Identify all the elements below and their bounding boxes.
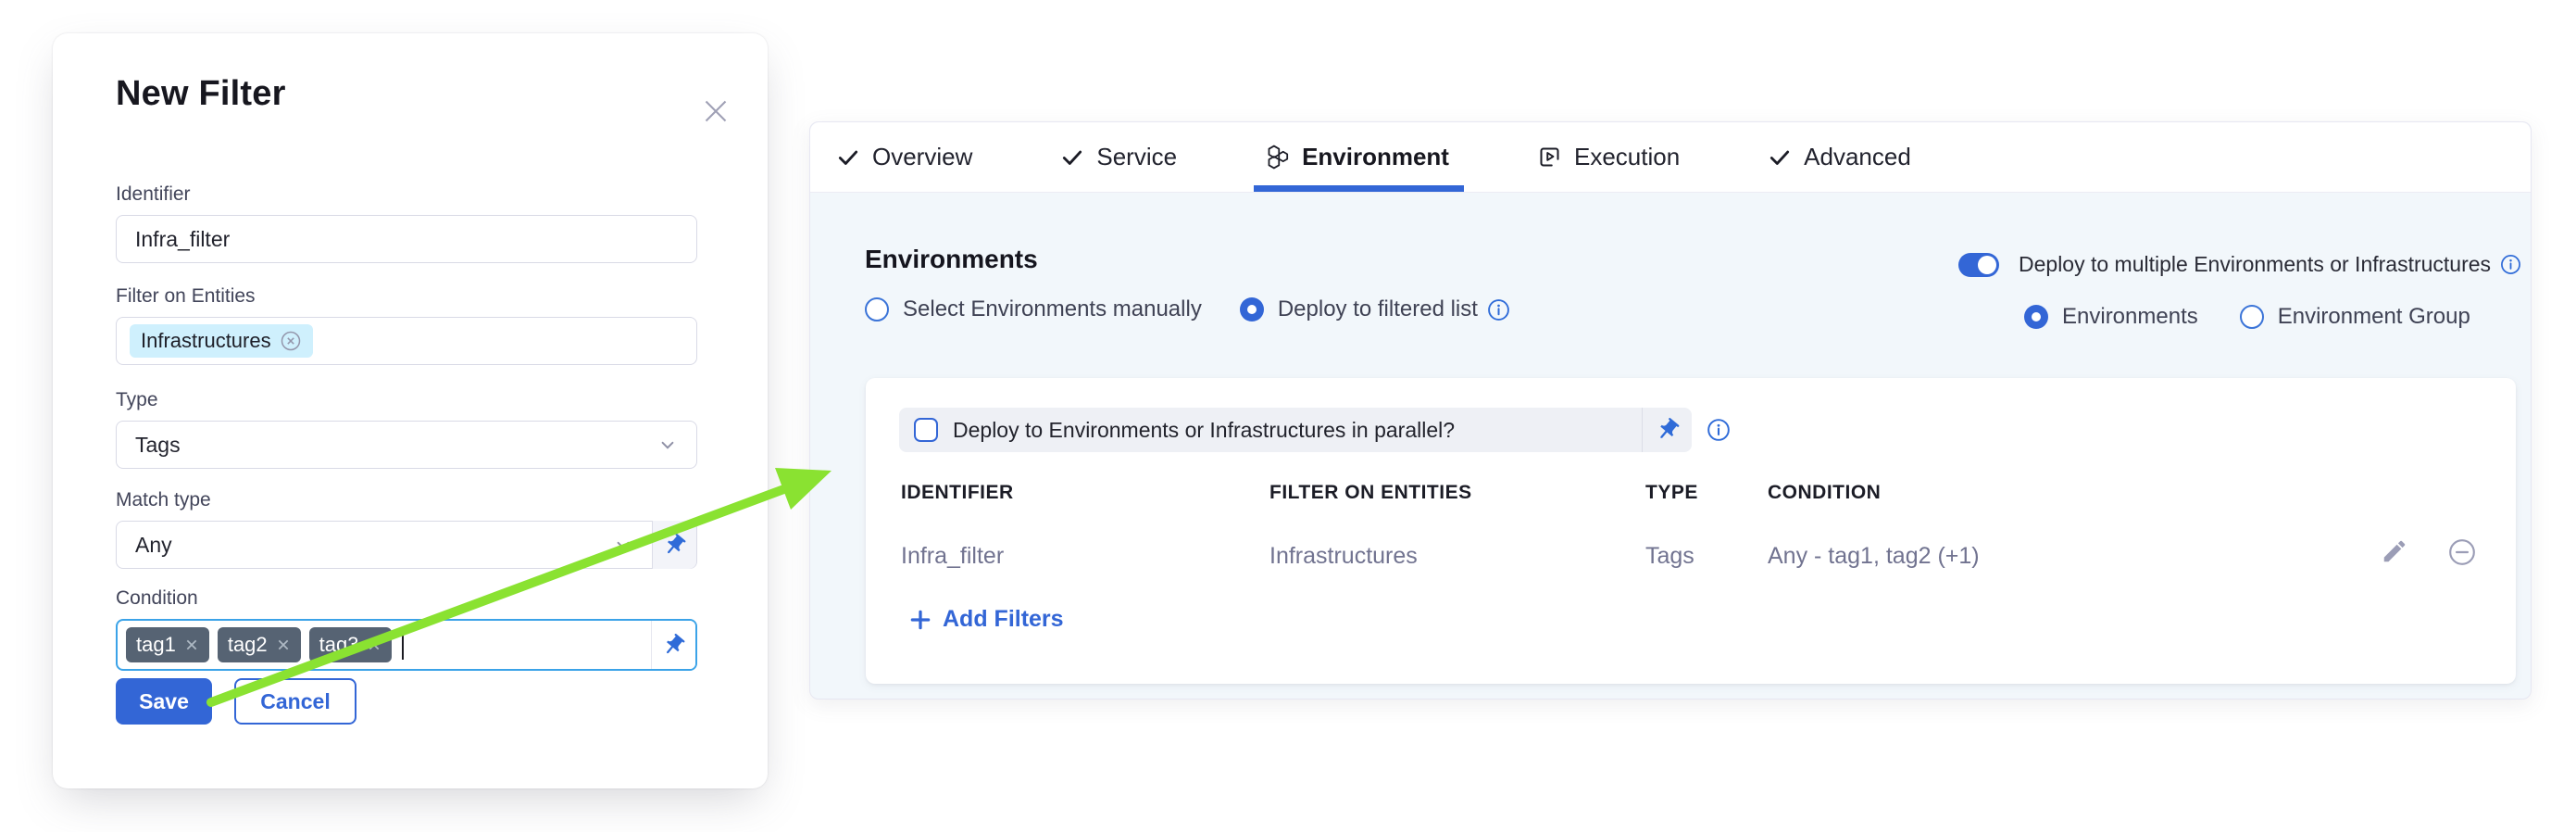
environments-radio[interactable] <box>2024 305 2048 329</box>
type-select[interactable]: Tags <box>116 421 697 469</box>
condition-tag-chip[interactable]: tag1 <box>126 627 209 662</box>
condition-input[interactable]: tag1 tag2 tag3 <box>116 619 697 671</box>
filter-on-entities-label: Filter on Entities <box>116 285 256 308</box>
condition-tag-chip[interactable]: tag2 <box>218 627 301 662</box>
type-value: Tags <box>135 433 181 458</box>
pencil-icon <box>2381 537 2408 565</box>
identifier-value: Infra_filter <box>135 227 230 252</box>
parallel-deploy-label: Deploy to Environments or Infrastructure… <box>953 418 1455 443</box>
row-condition: Any - tag1, tag2 (+1) <box>1768 543 1980 570</box>
tag-chip-label: tag2 <box>228 633 268 657</box>
parallel-deploy-checkbox[interactable] <box>914 418 938 442</box>
deploy-filtered-label: Deploy to filtered list <box>1278 296 1478 322</box>
chevron-down-icon <box>611 533 635 557</box>
tab-label: Execution <box>1574 143 1680 171</box>
plus-icon <box>908 608 932 632</box>
tab-execution[interactable]: Execution <box>1537 122 1680 192</box>
pin-icon[interactable] <box>651 621 695 669</box>
deploy-filtered-radio[interactable] <box>1240 297 1264 321</box>
add-filters-label: Add Filters <box>943 606 1064 633</box>
pipeline-stage-panel: Overview Service Environment <box>809 121 2532 700</box>
entities-chip[interactable]: Infrastructures <box>130 324 313 358</box>
tab-label: Environment <box>1302 143 1449 171</box>
tag-chip-label: tag1 <box>136 633 176 657</box>
chevron-down-icon <box>656 433 680 457</box>
multi-deploy-toggle-row: Deploy to multiple Environments or Infra… <box>1958 252 2521 277</box>
match-type-select[interactable]: Any <box>116 521 697 569</box>
tab-overview[interactable]: Overview <box>836 122 972 192</box>
pin-icon[interactable] <box>652 521 696 569</box>
parallel-deploy-main: Deploy to Environments or Infrastructure… <box>899 408 1642 452</box>
select-manually-radio[interactable] <box>865 297 889 321</box>
filter-on-entities-input[interactable]: Infrastructures <box>116 317 697 365</box>
environments-heading: Environments <box>865 245 1038 274</box>
tab-label: Overview <box>872 143 972 171</box>
tab-service[interactable]: Service <box>1060 122 1177 192</box>
add-filters-button[interactable]: Add Filters <box>908 606 1064 633</box>
match-type-label: Match type <box>116 489 211 511</box>
row-type: Tags <box>1645 543 1694 570</box>
environment-icon <box>1265 145 1290 170</box>
chip-remove-icon[interactable] <box>276 637 291 652</box>
environment-group-radio-label: Environment Group <box>2278 304 2470 330</box>
chip-remove-icon[interactable] <box>367 637 381 652</box>
multi-deploy-toggle-label: Deploy to multiple Environments or Infra… <box>2019 252 2491 277</box>
column-header-entities: FILTER ON ENTITIES <box>1269 482 1472 504</box>
identifier-input[interactable]: Infra_filter <box>116 215 697 263</box>
chip-remove-icon[interactable] <box>184 637 199 652</box>
environment-group-radio[interactable] <box>2240 305 2264 329</box>
stage-tabbar: Overview Service Environment <box>810 122 2531 193</box>
check-icon <box>1060 145 1084 170</box>
tag-chip-label: tag3 <box>319 633 359 657</box>
minus-circle-icon <box>2447 537 2477 567</box>
environment-target-options: Environments Environment Group <box>2024 304 2470 330</box>
column-header-type: TYPE <box>1645 482 1698 504</box>
new-filter-modal: New Filter Identifier Infra_filter Filte… <box>53 33 768 788</box>
match-type-value: Any <box>135 533 172 558</box>
close-icon[interactable] <box>699 95 732 128</box>
page: New Filter Identifier Infra_filter Filte… <box>0 0 2576 832</box>
tab-environment[interactable]: Environment <box>1265 122 1449 192</box>
check-icon <box>1768 145 1792 170</box>
tab-label: Service <box>1096 143 1177 171</box>
info-icon[interactable] <box>1487 298 1510 321</box>
info-icon[interactable] <box>1707 418 1731 442</box>
check-icon <box>836 145 860 170</box>
multi-deploy-toggle[interactable] <box>1958 253 1999 277</box>
cancel-button[interactable]: Cancel <box>234 678 356 725</box>
chip-remove-icon[interactable] <box>280 330 302 352</box>
column-header-condition: CONDITION <box>1768 482 1881 504</box>
pin-icon[interactable] <box>1642 408 1692 452</box>
select-manually-label: Select Environments manually <box>903 296 1202 322</box>
edit-filter-button[interactable] <box>2381 537 2410 567</box>
execution-icon <box>1537 145 1562 170</box>
identifier-label: Identifier <box>116 183 191 206</box>
row-entities: Infrastructures <box>1269 543 1418 570</box>
tab-advanced[interactable]: Advanced <box>1768 122 1911 192</box>
condition-tag-chip[interactable]: tag3 <box>309 627 393 662</box>
tab-label: Advanced <box>1804 143 1911 171</box>
remove-filter-button[interactable] <box>2447 537 2477 567</box>
environment-selection-options: Select Environments manually Deploy to f… <box>865 296 1510 322</box>
text-cursor <box>402 630 404 660</box>
environments-radio-label: Environments <box>2062 304 2198 330</box>
filters-card: Deploy to Environments or Infrastructure… <box>866 378 2516 684</box>
type-label: Type <box>116 389 158 411</box>
entities-chip-label: Infrastructures <box>141 329 271 353</box>
condition-label: Condition <box>116 587 198 610</box>
column-header-identifier: IDENTIFIER <box>901 482 1014 504</box>
save-button[interactable]: Save <box>116 678 212 725</box>
modal-title: New Filter <box>116 74 286 114</box>
parallel-deploy-bar: Deploy to Environments or Infrastructure… <box>899 408 1692 452</box>
row-identifier: Infra_filter <box>901 543 1004 570</box>
info-icon[interactable] <box>2500 254 2521 275</box>
